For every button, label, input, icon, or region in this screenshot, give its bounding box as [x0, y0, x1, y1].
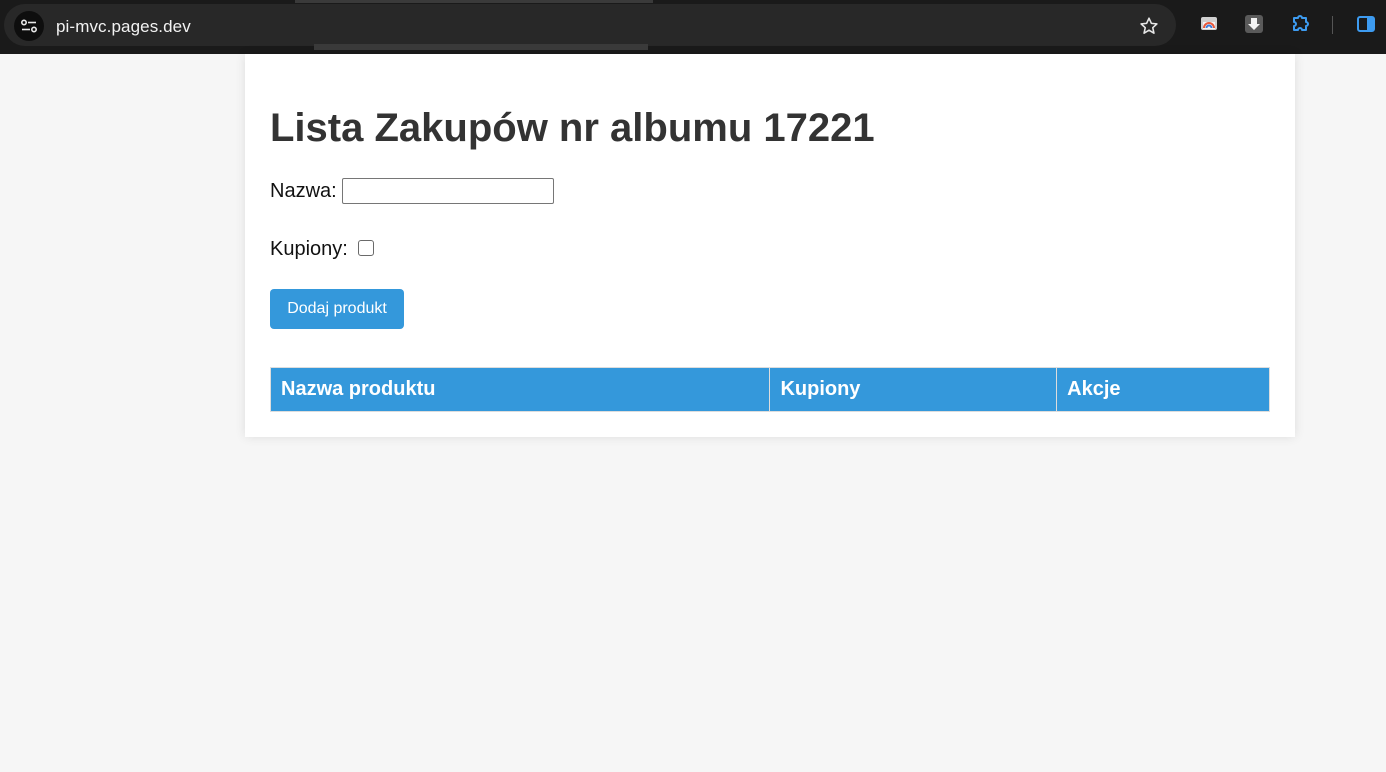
cast-icon[interactable] [1197, 12, 1221, 36]
product-name-input[interactable] [341, 178, 554, 204]
add-product-button[interactable]: Dodaj produkt [270, 289, 404, 329]
products-table: Nazwa produktu Kupiony Akcje [269, 367, 1270, 412]
browser-toolbar: pi-mvc.pages.dev [0, 0, 1386, 54]
bought-label: Kupiony: [270, 238, 348, 260]
address-bar[interactable]: pi-mvc.pages.dev [4, 4, 1176, 50]
name-label: Nazwa: [270, 179, 337, 202]
name-row: Nazwa: [270, 178, 554, 204]
site-info-icon[interactable] [14, 11, 44, 41]
side-panel-icon[interactable] [1354, 12, 1378, 36]
download-icon[interactable] [1242, 12, 1266, 36]
extensions-icon[interactable] [1288, 12, 1312, 36]
column-header-bought: Kupiony [769, 367, 1058, 412]
tab-strip-edge [295, 0, 653, 3]
column-header-name: Nazwa produktu [269, 367, 771, 412]
bookmark-star-icon[interactable] [1137, 14, 1161, 38]
tab-hint [314, 44, 648, 50]
page-title: Lista Zakupów nr albumu 17221 [270, 106, 875, 150]
column-header-actions: Akcje [1056, 367, 1270, 412]
shopping-list-card: Lista Zakupów nr albumu 17221 Nazwa: Kup… [245, 54, 1295, 437]
table-header-row: Nazwa produktu Kupiony Akcje [269, 367, 1270, 412]
bought-checkbox[interactable] [357, 239, 374, 256]
toolbar-divider [1332, 16, 1333, 34]
bought-row: Kupiony: [270, 238, 374, 261]
url-text[interactable]: pi-mvc.pages.dev [56, 17, 191, 37]
